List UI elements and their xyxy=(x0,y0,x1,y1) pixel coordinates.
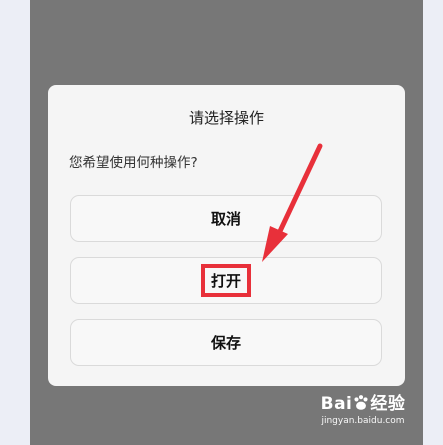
baidu-jingyan-watermark: Bai 经验 jingyan.baidu.com xyxy=(309,393,417,441)
watermark-brand-left: Bai xyxy=(320,394,353,414)
phone-screen: 请选择操作 您希望使用何种操作? 取消 打开 保存 Bai 经验 jingyan… xyxy=(30,0,423,445)
watermark-brand-right: 经验 xyxy=(370,394,406,414)
annotation-arrow-icon xyxy=(262,143,323,262)
paw-icon xyxy=(354,395,368,410)
watermark-url: jingyan.baidu.com xyxy=(321,416,405,426)
